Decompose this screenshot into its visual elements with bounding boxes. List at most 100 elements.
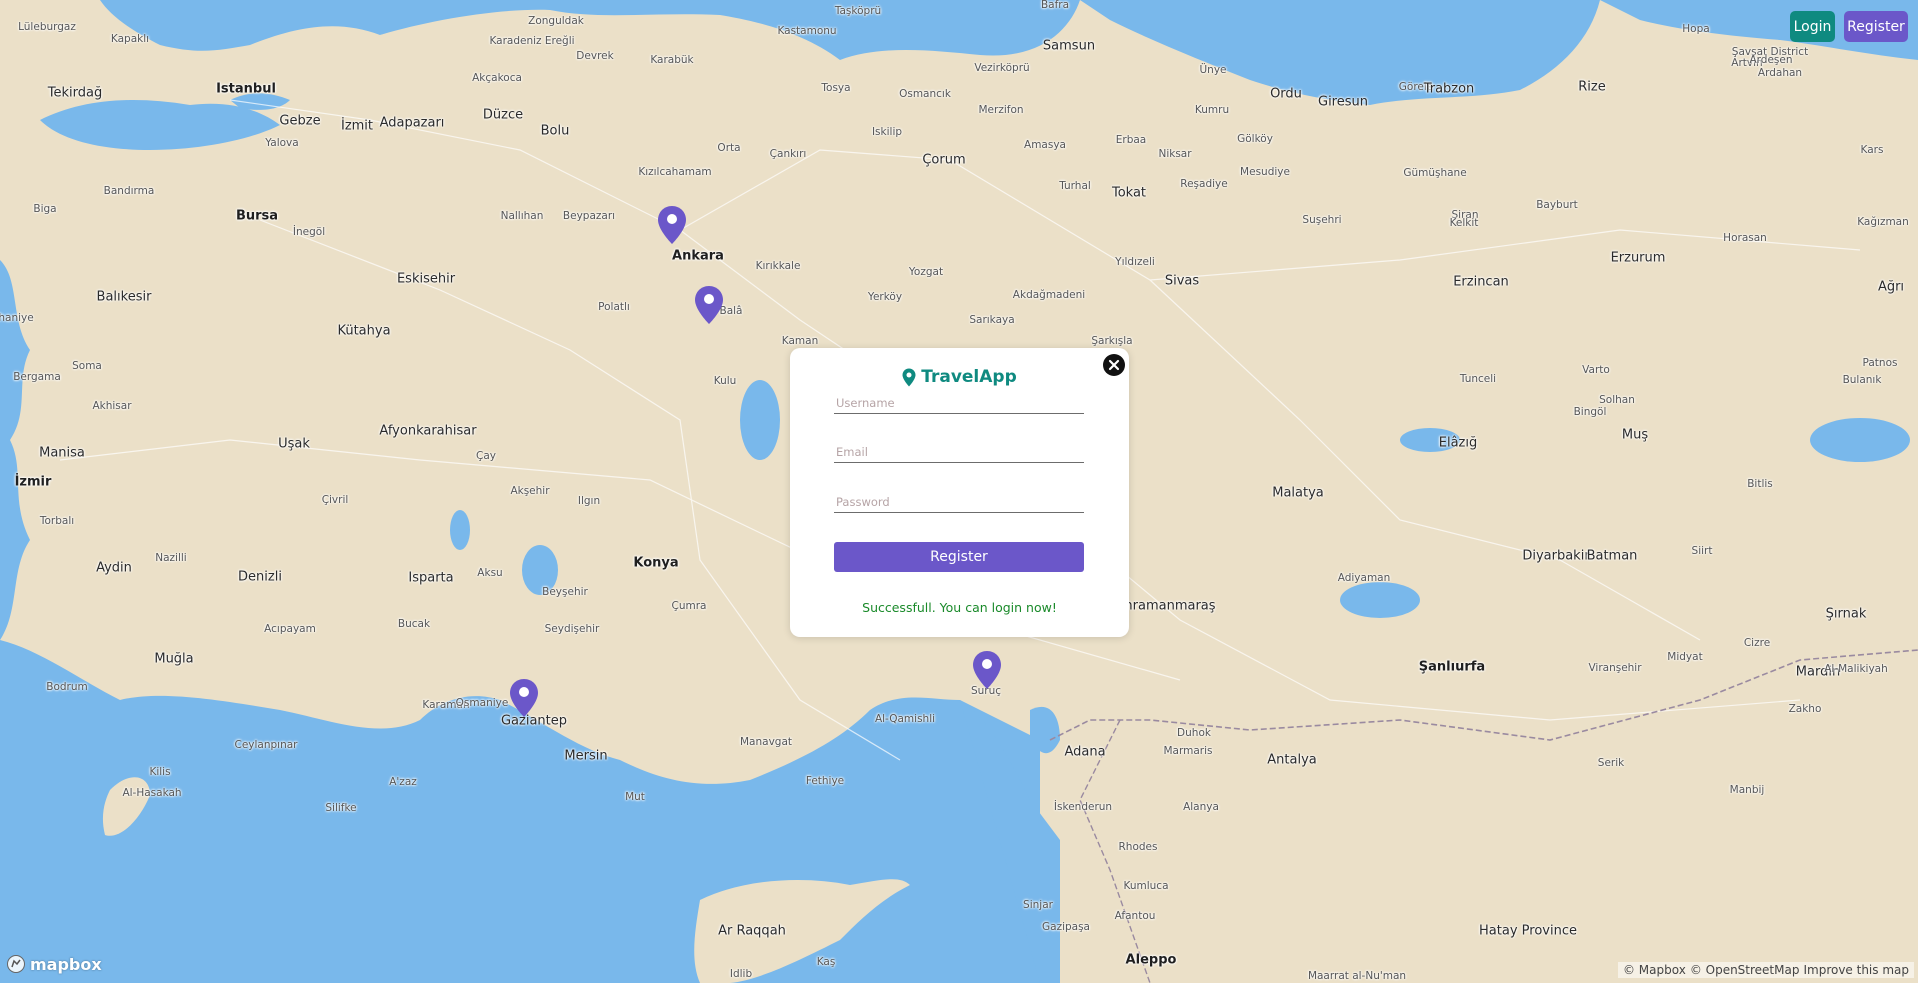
place-label: Manbij	[1729, 784, 1765, 796]
place-label: İskenderun	[1053, 801, 1113, 813]
place-label: Taşköprü	[834, 5, 882, 17]
place-label: Tunceli	[1459, 373, 1497, 385]
place-label: Erzincan	[1453, 274, 1509, 290]
place-label: Kelkit	[1449, 217, 1479, 229]
place-label: Bandırma	[103, 185, 155, 197]
place-label: Manisa	[39, 445, 85, 461]
place-label: Batman	[1586, 548, 1638, 564]
map-pin-adana[interactable]	[972, 650, 1002, 690]
place-label: Gölköy	[1237, 133, 1273, 145]
place-label: Soma	[72, 360, 102, 372]
place-label: İzmit	[340, 118, 374, 134]
place-label: Bucak	[397, 618, 431, 630]
place-label: Bayburt	[1536, 199, 1578, 211]
place-label: Gazipaşa	[1041, 921, 1091, 933]
place-label: Adiyaman	[1337, 572, 1391, 584]
email-input[interactable]	[834, 441, 1084, 463]
place-label: Muş	[1621, 427, 1649, 443]
place-label: Bursa	[235, 208, 279, 224]
place-label: Sarıkaya	[969, 314, 1015, 326]
place-label: Yıldızeli	[1115, 256, 1155, 268]
place-label: Bafra	[1040, 0, 1070, 11]
place-label: Lüleburgaz	[18, 21, 76, 33]
place-label: Karabük	[650, 54, 694, 66]
place-label: Bergama	[13, 371, 61, 383]
place-label: Yalova	[265, 137, 299, 149]
place-label: Kırıkkale	[755, 260, 801, 272]
place-label: Suşehri	[1302, 214, 1342, 226]
place-label: Ordu	[1270, 86, 1302, 102]
place-label: Marmaris	[1163, 745, 1213, 757]
place-label: Eskisehir	[396, 271, 456, 287]
map-pin-manavgat[interactable]	[509, 678, 539, 718]
place-label: Ar Raqqah	[718, 923, 786, 939]
place-label: Bodrum	[46, 681, 88, 693]
place-label: Serik	[1597, 757, 1625, 769]
place-label: Konya	[633, 555, 679, 571]
place-label: Şırnak	[1825, 606, 1867, 622]
brand-logo: TravelApp	[790, 367, 1129, 387]
place-label: Uşak	[278, 436, 310, 452]
register-submit-button[interactable]: Register	[834, 542, 1084, 572]
place-label: Denizli	[238, 569, 282, 585]
register-button[interactable]: Register	[1844, 11, 1908, 42]
map-pin-ankara[interactable]	[657, 205, 687, 245]
place-label: Kastamonu	[777, 25, 837, 37]
place-label: Samsun	[1042, 38, 1096, 54]
place-label: Afyonkarahisar	[379, 423, 477, 439]
place-label: Çumra	[671, 600, 707, 612]
mapbox-icon	[7, 955, 25, 973]
improve-map-link[interactable]: Improve this map	[1803, 963, 1909, 977]
place-label: Bolu	[540, 123, 570, 139]
place-label: Erzurum	[1610, 250, 1666, 266]
place-label: Bulanık	[1842, 374, 1882, 386]
place-label: Silifke	[325, 802, 357, 814]
login-button[interactable]: Login	[1790, 11, 1835, 42]
place-label: Beyşehir	[542, 586, 588, 598]
place-label: Osmaniye	[455, 697, 509, 709]
place-label: Şarkışla	[1091, 335, 1133, 347]
place-label: Elâzığ	[1438, 435, 1478, 451]
place-label: Kars	[1860, 144, 1884, 156]
brand-name: TravelApp	[921, 367, 1017, 387]
place-label: Rhodes	[1118, 841, 1158, 853]
place-label: Rize	[1578, 79, 1606, 95]
place-label: Ardahan	[1757, 67, 1803, 79]
place-label: Antalya	[1267, 752, 1317, 768]
place-label: Turhal	[1059, 180, 1091, 192]
place-label: Nazilli	[155, 552, 187, 564]
place-label: Ankara	[672, 248, 724, 264]
place-label: Hopa	[1682, 23, 1710, 35]
place-label: Biga	[33, 203, 57, 215]
place-label: Solhan	[1599, 394, 1635, 406]
place-label: Akşehir	[510, 485, 550, 497]
place-label: Midyat	[1667, 651, 1703, 663]
password-input[interactable]	[834, 491, 1084, 513]
place-label: Şanlıurfa	[1418, 659, 1486, 675]
attribution-osm-link[interactable]: © OpenStreetMap	[1690, 963, 1800, 977]
place-label: Akçakoca	[472, 72, 522, 84]
place-label: Sivas	[1164, 273, 1200, 289]
place-label: Al-Malikiyah	[1824, 663, 1888, 675]
place-label: İnegöl	[292, 226, 326, 238]
place-label: Seydişehir	[544, 623, 600, 635]
success-message: Successfull. You can login now!	[862, 600, 1057, 615]
username-input[interactable]	[834, 392, 1084, 414]
place-label: Kulu	[713, 375, 737, 387]
place-label: Akhisar	[92, 400, 132, 412]
place-label: Siirt	[1691, 545, 1713, 557]
place-label: Kütahya	[337, 323, 391, 339]
place-label: Cizre	[1743, 637, 1771, 649]
place-label: Balıkesir	[96, 289, 152, 305]
place-label: Yerköy	[867, 291, 903, 303]
place-label: Mut	[625, 791, 645, 803]
place-label: Aydin	[96, 560, 132, 576]
map-pin-bala[interactable]	[694, 285, 724, 325]
place-label: A'zaz	[389, 776, 417, 788]
place-label: Akdağmadeni	[1012, 289, 1086, 301]
mapbox-logo[interactable]: mapbox	[6, 953, 102, 975]
place-label: Trabzon	[1423, 81, 1475, 97]
place-label: Maarrat al-Nu'man	[1307, 970, 1407, 982]
attribution-mapbox-link[interactable]: © Mapbox	[1623, 963, 1686, 977]
place-label: Aksu	[477, 567, 503, 579]
